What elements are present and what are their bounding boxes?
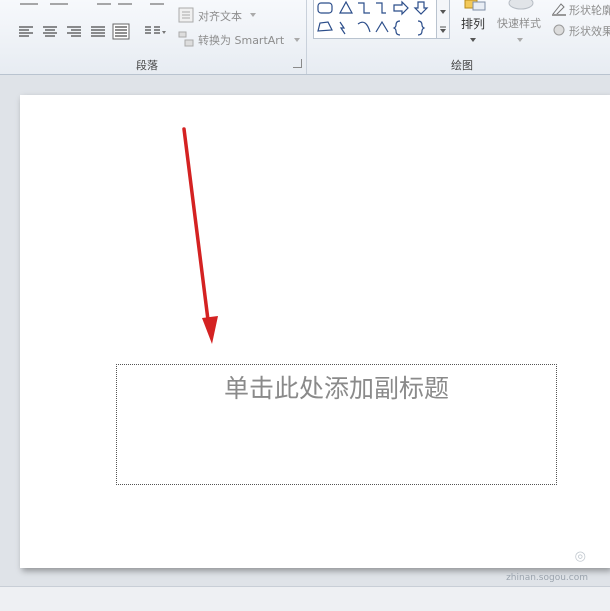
watermark-text: zhinan.sogou.com [506,573,588,583]
annotation-arrow-icon [182,127,218,344]
watermark-logo: ◎ [574,549,586,564]
status-bar [0,586,610,611]
